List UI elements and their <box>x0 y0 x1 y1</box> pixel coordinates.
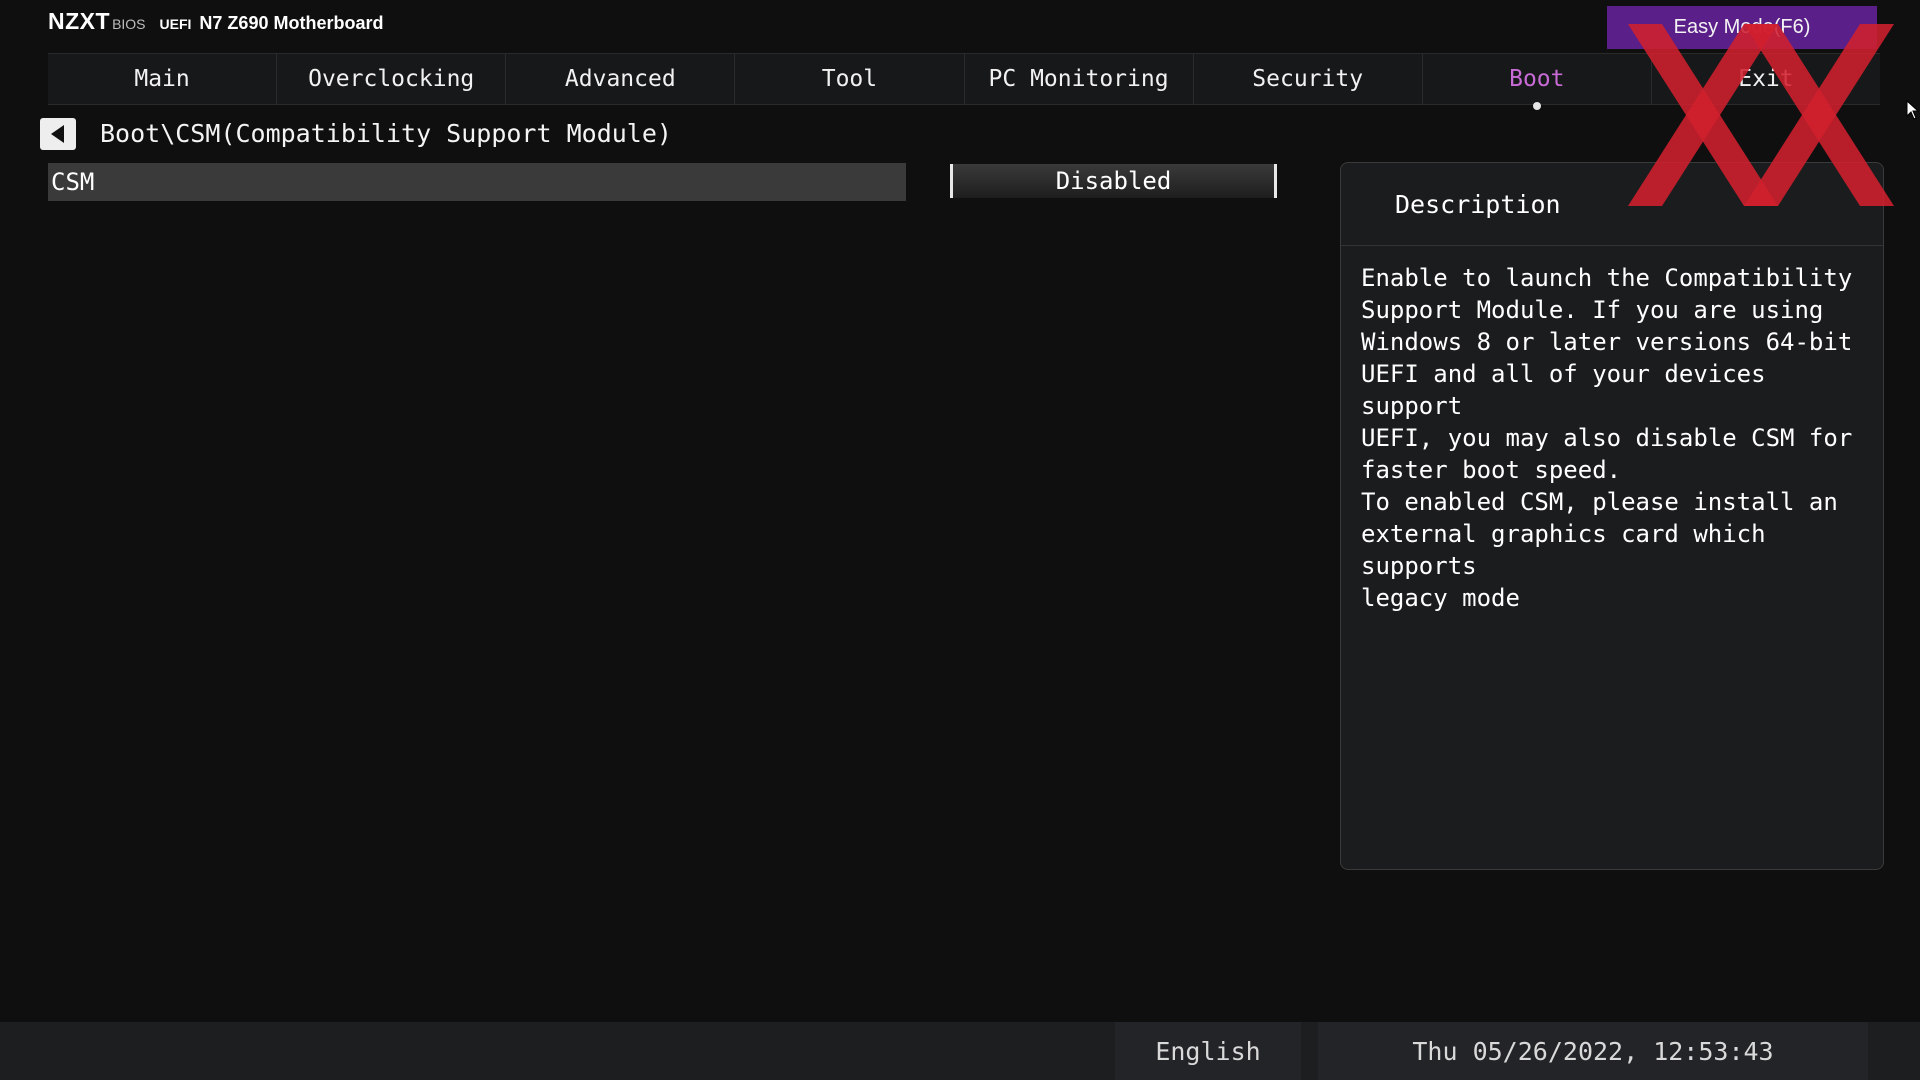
tab-pc-monitoring[interactable]: PC Monitoring <box>965 54 1194 104</box>
main-tabs: Main Overclocking Advanced Tool PC Monit… <box>48 53 1880 110</box>
brand-subtitle: BIOS <box>112 16 146 32</box>
datetime-text: Thu 05/26/2022, 12:53:43 <box>1412 1036 1774 1066</box>
tab-label: Tool <box>821 66 878 92</box>
tab-label: Main <box>134 66 190 92</box>
tab-advanced[interactable]: Advanced <box>506 54 736 104</box>
description-title: Description <box>1341 163 1883 246</box>
tab-tool[interactable]: Tool <box>735 54 965 104</box>
tab-label: Exit <box>1738 66 1794 92</box>
tab-label: PC Monitoring <box>988 66 1169 92</box>
board-name: N7 Z690 Motherboard <box>199 13 384 33</box>
active-tab-indicator <box>1532 102 1541 110</box>
brand-logo: NZXT <box>48 8 111 34</box>
tab-exit[interactable]: Exit <box>1652 54 1880 104</box>
language-selector[interactable]: English <box>1115 1022 1301 1080</box>
setting-label: CSM <box>51 168 95 196</box>
tab-boot[interactable]: Boot <box>1423 54 1652 110</box>
back-arrow-icon <box>51 125 64 143</box>
bios-screen: NZXT BIOS UEFI N7 Z690 Motherboard Easy … <box>0 0 1920 1080</box>
breadcrumb: Boot\CSM(Compatibility Support Module) <box>100 119 672 148</box>
mouse-cursor-icon <box>1906 100 1920 120</box>
footer-bar: English Thu 05/26/2022, 12:53:43 <box>0 1022 1920 1080</box>
easy-mode-button[interactable]: Easy Mode(F6) <box>1607 6 1877 49</box>
csm-value-select[interactable]: Disabled <box>950 164 1277 198</box>
setting-row-csm[interactable]: CSM <box>48 163 906 201</box>
description-text: Enable to launch the Compatibility Suppo… <box>1361 264 1853 612</box>
tab-main[interactable]: Main <box>48 54 278 104</box>
datetime-display: Thu 05/26/2022, 12:53:43 <box>1318 1022 1868 1080</box>
tab-label: Boot <box>1509 66 1565 92</box>
back-button[interactable] <box>40 118 76 150</box>
language-label: English <box>1155 1036 1261 1066</box>
uefi-label: UEFI <box>159 16 192 32</box>
tab-security[interactable]: Security <box>1194 54 1423 104</box>
tab-overclocking[interactable]: Overclocking <box>277 54 507 104</box>
header: NZXT BIOS UEFI N7 Z690 Motherboard <box>48 8 383 44</box>
tab-label: Overclocking <box>308 66 475 92</box>
tab-label: Security <box>1252 66 1364 92</box>
description-panel: Description Enable to launch the Compati… <box>1340 162 1884 870</box>
tab-label: Advanced <box>564 66 676 92</box>
